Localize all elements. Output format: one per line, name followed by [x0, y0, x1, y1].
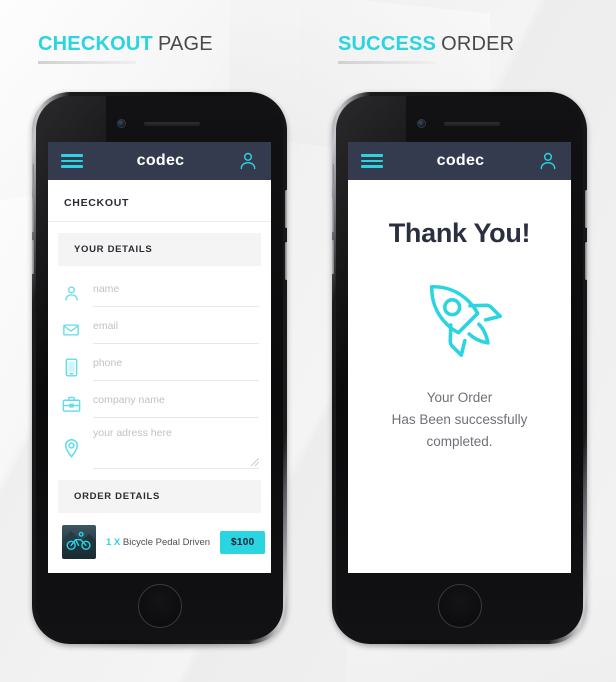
front-camera-icon: [118, 120, 125, 127]
phone-screen-success: codec Thank You! Your Order Has Been suc…: [348, 142, 571, 573]
address-field-row: [60, 418, 259, 469]
email-input-underline: [93, 316, 259, 344]
name-input[interactable]: [93, 283, 259, 295]
phone-field-row: [60, 344, 259, 381]
order-item-label: 1 X Bicycle Pedal Driven: [106, 537, 210, 548]
phone-input[interactable]: [93, 357, 259, 369]
power-button[interactable]: [285, 190, 287, 228]
front-camera-icon: [418, 120, 425, 127]
name-input-underline: [93, 279, 259, 307]
order-item-name: Bicycle Pedal Driven: [122, 536, 211, 548]
company-name-input[interactable]: [93, 394, 259, 406]
checkout-heading-underline: [38, 61, 136, 64]
success-message: Your Order Has Been successfully complet…: [348, 387, 571, 453]
address-textarea[interactable]: [93, 427, 259, 441]
volume-up-button[interactable]: [32, 198, 34, 232]
envelope-icon: [60, 318, 82, 342]
success-heading-rest: ORDER: [441, 33, 515, 55]
company-input-underline: [93, 390, 259, 418]
mute-switch[interactable]: [332, 164, 334, 186]
earpiece-speaker: [444, 122, 500, 126]
cyclist-icon: [66, 531, 91, 551]
person-icon: [60, 281, 82, 305]
app-bar: codec: [48, 142, 271, 180]
volume-down-button[interactable]: [332, 240, 334, 274]
app-brand-title: codec: [136, 152, 185, 169]
order-item-row: 1 X Bicycle Pedal Driven $100: [48, 513, 271, 559]
briefcase-icon: [60, 392, 82, 416]
checkout-heading-accent: CHECKOUT: [38, 33, 153, 55]
side-button-secondary[interactable]: [285, 242, 287, 280]
home-button[interactable]: [437, 584, 482, 628]
product-thumbnail: [62, 525, 96, 559]
volume-up-button[interactable]: [332, 198, 334, 232]
app-brand-title: codec: [436, 152, 485, 169]
checkout-form: [48, 266, 271, 469]
checkout-column-heading: CHECKOUT PAGE: [38, 33, 213, 64]
side-button-secondary[interactable]: [585, 242, 587, 280]
rocket-icon: [348, 271, 571, 359]
email-field-row: [60, 307, 259, 344]
phone-mockup-success: codec Thank You! Your Order Has Been suc…: [332, 92, 587, 650]
order-item-quantity: 1 X: [106, 536, 121, 548]
phone-mockup-checkout: codec CHECKOUT YOUR DETAILS name email p…: [32, 92, 287, 650]
page-title: CHECKOUT: [48, 180, 271, 222]
hamburger-menu-icon[interactable]: [61, 154, 83, 168]
name-field-row: [60, 270, 259, 307]
success-column-heading: SUCCESS ORDER: [338, 33, 515, 64]
your-details-section-header: YOUR DETAILS: [58, 233, 261, 266]
mockup-stage: CHECKOUT PAGE SUCCESS ORDER codec CHECKO…: [0, 0, 616, 682]
mobile-icon: [60, 355, 82, 379]
earpiece-speaker: [144, 122, 200, 126]
success-message-line-3: completed.: [426, 433, 493, 449]
success-message-line-1: Your Order: [426, 390, 493, 405]
success-heading-accent: SUCCESS: [338, 33, 437, 55]
success-content: Thank You! Your Order Has Been successfu: [348, 180, 571, 573]
company-field-row: [60, 381, 259, 418]
phone-input-underline: [93, 353, 259, 381]
location-icon: [60, 436, 82, 460]
volume-down-button[interactable]: [32, 240, 34, 274]
success-heading-underline: [338, 61, 436, 64]
checkout-heading-rest: PAGE: [157, 33, 213, 55]
power-button[interactable]: [585, 190, 587, 228]
user-account-icon[interactable]: [238, 151, 258, 171]
phone-frame: codec CHECKOUT YOUR DETAILS name email p…: [32, 92, 287, 644]
hamburger-menu-icon[interactable]: [361, 154, 383, 168]
email-input[interactable]: [93, 320, 259, 332]
order-details-section-header: ORDER DETAILS: [58, 480, 261, 513]
phone-screen-checkout: codec CHECKOUT YOUR DETAILS name email p…: [48, 142, 271, 573]
home-button[interactable]: [137, 584, 182, 628]
checkout-content: CHECKOUT YOUR DETAILS name email phone c…: [48, 180, 271, 573]
address-input-underline: [93, 427, 259, 469]
user-account-icon[interactable]: [538, 151, 558, 171]
success-message-line-2: Has Been successfully: [391, 411, 528, 427]
mute-switch[interactable]: [32, 164, 34, 186]
order-item-price-badge: $100: [220, 530, 266, 554]
thank-you-title: Thank You!: [388, 218, 531, 248]
phone-frame: codec Thank You! Your Order Has Been suc…: [332, 92, 587, 644]
textarea-resize-handle[interactable]: [251, 458, 259, 466]
app-bar: codec: [348, 142, 571, 180]
